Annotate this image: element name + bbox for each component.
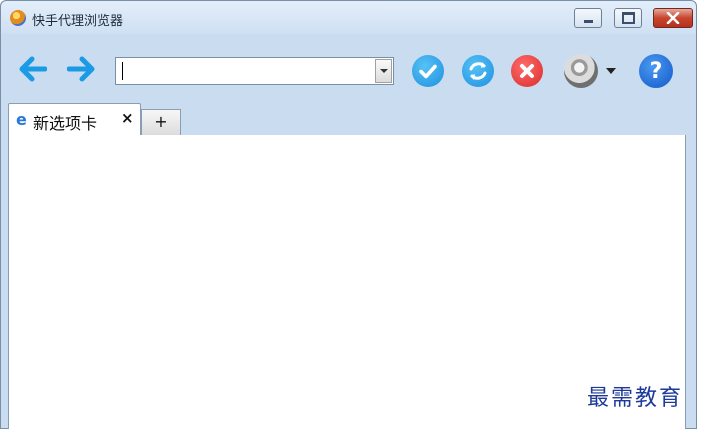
ie-e-icon: e	[16, 110, 27, 129]
maximize-button[interactable]	[614, 8, 642, 28]
proxy-settings-button[interactable]	[564, 54, 598, 88]
close-icon	[666, 12, 680, 24]
refresh-icon	[469, 62, 487, 80]
title-bar[interactable]: 快手代理浏览器	[1, 1, 696, 34]
page-content-area[interactable]	[8, 135, 686, 429]
help-button[interactable]: ?	[639, 54, 673, 88]
close-window-button[interactable]	[653, 8, 693, 28]
toolbar: ?	[1, 34, 696, 102]
refresh-button[interactable]	[462, 55, 494, 87]
browser-window: 快手代理浏览器 ? e 新选项卡 × +	[0, 0, 697, 429]
address-bar[interactable]	[115, 57, 394, 85]
checkmark-icon	[419, 64, 437, 79]
url-input[interactable]	[119, 60, 369, 82]
app-logo-icon	[10, 10, 26, 26]
back-arrow-icon[interactable]	[17, 56, 47, 82]
watermark-text: 最需教育	[587, 386, 684, 411]
tab-close-button[interactable]: ×	[121, 109, 134, 127]
stop-button[interactable]	[511, 55, 543, 87]
tab-bar: e 新选项卡 × +	[1, 102, 696, 135]
stop-x-icon	[520, 64, 534, 78]
minimize-button[interactable]	[574, 8, 602, 28]
tab-label: 新选项卡	[33, 114, 98, 133]
forward-arrow-icon[interactable]	[67, 56, 97, 82]
window-title: 快手代理浏览器	[32, 14, 124, 29]
help-icon: ?	[649, 58, 663, 84]
tab-new-tab[interactable]: e 新选项卡 ×	[8, 103, 141, 135]
new-tab-button[interactable]: +	[141, 109, 181, 135]
go-button[interactable]	[412, 55, 444, 87]
proxy-dropdown-arrow-icon[interactable]	[606, 68, 616, 74]
history-dropdown-button[interactable]	[375, 59, 392, 83]
text-cursor	[122, 62, 123, 80]
